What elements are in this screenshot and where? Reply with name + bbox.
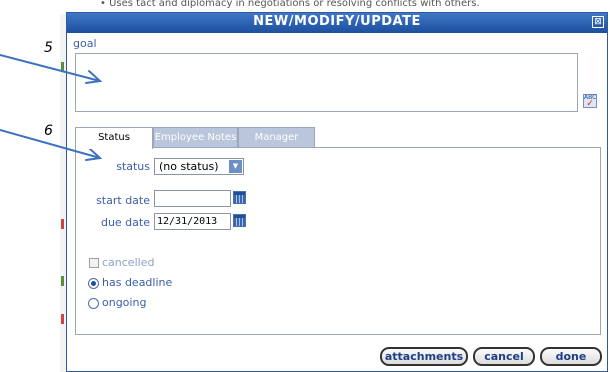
- annotation-arrow: [0, 54, 101, 82]
- tab-status[interactable]: Status: [75, 127, 153, 149]
- annotation-arrows: [0, 54, 103, 161]
